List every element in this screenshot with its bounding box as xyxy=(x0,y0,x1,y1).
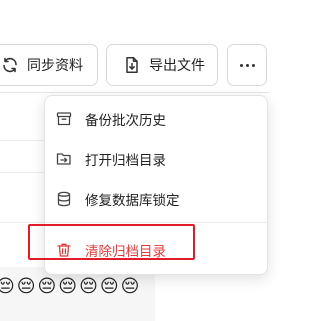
menu-item-label: 修复数据库锁定 xyxy=(85,193,180,209)
sync-button[interactable]: 同步资料 xyxy=(0,44,98,86)
refresh-icon xyxy=(1,56,19,74)
more-options-dropdown: 备份批次历史 打开归档目录 修复数据库锁定 清除归档目录 xyxy=(28,95,268,275)
emoji: 😔 xyxy=(37,276,57,297)
menu-item-clear-archive-folder[interactable]: 清除归档目录 xyxy=(28,224,267,270)
emoji: 😔 xyxy=(58,276,78,297)
emoji: 😔 xyxy=(99,276,119,297)
menu-item-label: 打开归档目录 xyxy=(85,153,166,169)
emoji: 😔 xyxy=(16,276,36,297)
emoji: 😔 xyxy=(120,276,140,297)
more-dots-icon xyxy=(239,63,255,67)
database-icon xyxy=(56,191,72,207)
emoji: 😔 xyxy=(0,276,15,297)
export-button-label: 导出文件 xyxy=(149,58,205,74)
menu-item-repair-db-lock[interactable]: 修复数据库锁定 xyxy=(45,179,267,219)
menu-item-backup-history[interactable]: 备份批次历史 xyxy=(45,99,267,139)
emoji: 😔 xyxy=(79,276,98,297)
file-download-icon xyxy=(123,56,141,74)
menu-item-open-archive-folder[interactable]: 打开归档目录 xyxy=(45,139,267,179)
folder-open-icon xyxy=(56,151,72,167)
toolbar-divider xyxy=(0,92,269,93)
highlight-box xyxy=(28,224,195,260)
archive-icon xyxy=(56,111,72,127)
emoji-row: 😔 😔 😔 😔 😔 😔 😔 xyxy=(0,277,139,297)
more-options-button[interactable] xyxy=(227,44,267,86)
sync-button-label: 同步资料 xyxy=(27,58,83,74)
menu-divider xyxy=(45,222,267,223)
export-file-button[interactable]: 导出文件 xyxy=(106,44,218,86)
menu-item-label: 备份批次历史 xyxy=(85,113,166,129)
